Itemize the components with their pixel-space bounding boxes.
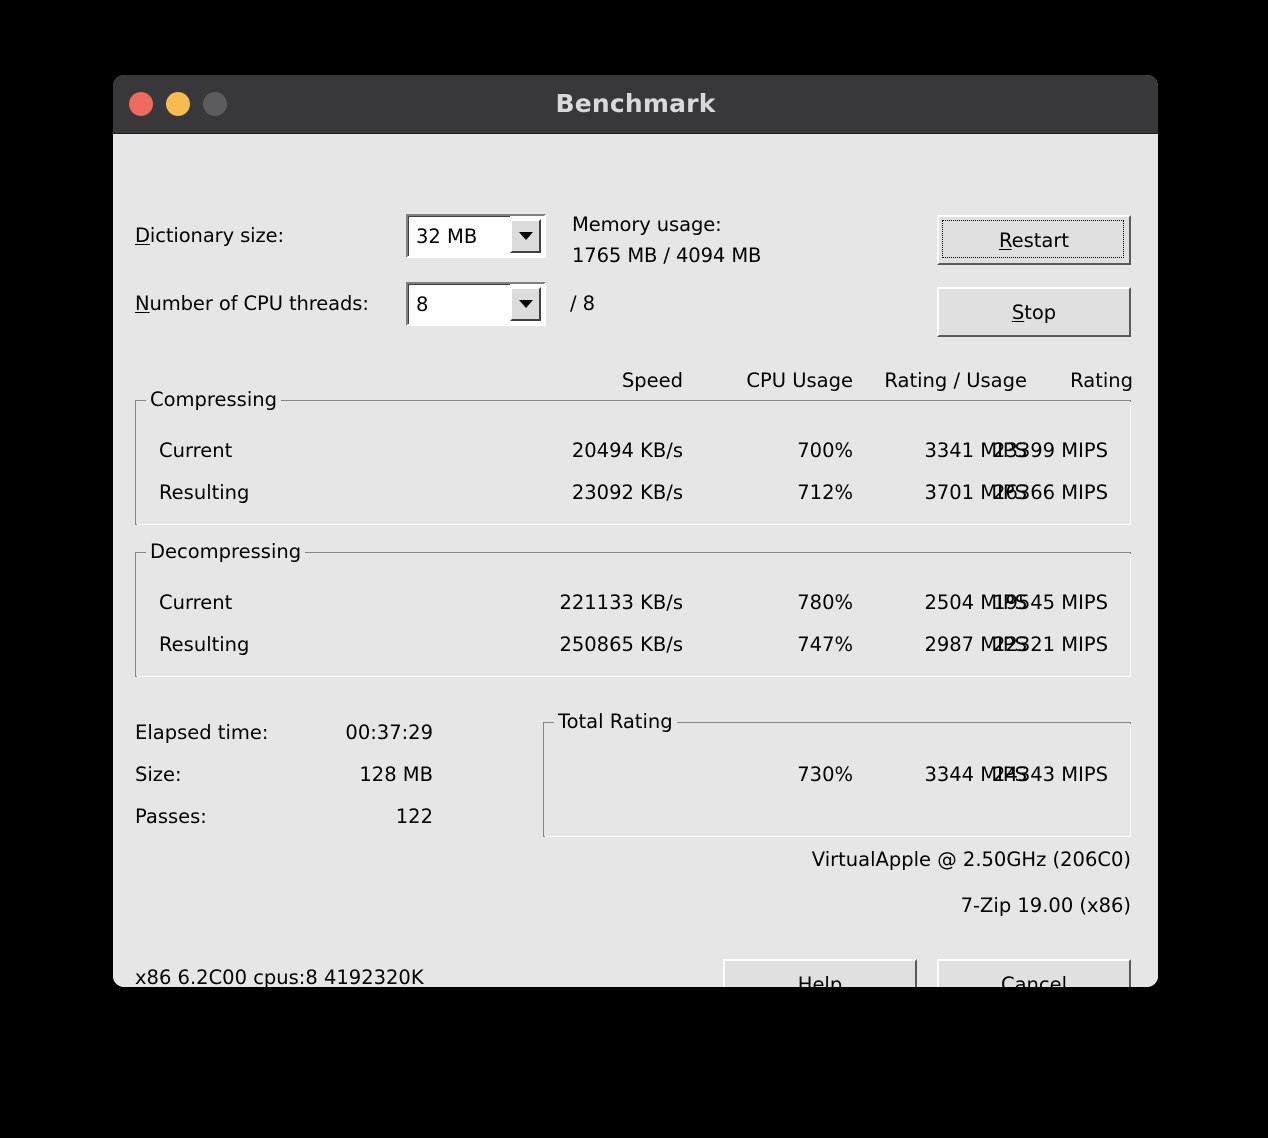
elapsed-time-value: 00:37:29 [345,721,433,744]
screen: Benchmark Dictionary size: 32 MB Memory … [0,0,1268,1138]
total-rating-group-title: Total Rating [554,711,677,733]
decompressing-row-current-rating: 19545 MIPS [993,591,1108,614]
compressing-row-resulting-rating: 26366 MIPS [993,481,1108,504]
compressing-group-title: Compressing [146,389,281,411]
memory-usage-label: Memory usage: [572,213,722,236]
column-header-rating: Rating [1070,369,1133,392]
stop-button[interactable]: Stop [937,287,1131,337]
cpu-threads-label-rest: umber of CPU threads: [149,292,369,315]
memory-usage-value: 1765 MB / 4094 MB [572,244,762,267]
compressing-row-current-rating: 23399 MIPS [993,439,1108,462]
window-title: Benchmark [555,89,716,118]
stop-button-label: Stop [1011,300,1057,324]
dictionary-size-combo[interactable]: 32 MB [406,214,546,258]
compressing-row-current-label: Current [159,439,233,462]
decompressing-row-current-label: Current [159,591,233,614]
passes-value: 122 [395,805,433,828]
help-button[interactable]: Help [723,959,917,987]
size-label: Size: [135,763,182,786]
compressing-row-resulting-label: Resulting [159,481,250,504]
window-titlebar: Benchmark [113,75,1158,134]
cpu-info-text: VirtualApple @ 2.50GHz (206C0) [811,848,1131,871]
help-button-label: Help [798,973,842,988]
cpu-threads-mnemonic: N [135,292,150,315]
status-text: x86 6.2C00 cpus:8 4192320K [135,966,424,987]
decompressing-row-resulting-rating: 22321 MIPS [993,633,1108,656]
dictionary-size-label-rest: ictionary size: [149,224,284,247]
column-header-speed: Speed [621,369,683,392]
cancel-button-label: Cancel [1000,972,1068,988]
cpu-threads-value[interactable]: 8 [408,284,510,324]
benchmark-window: Benchmark Dictionary size: 32 MB Memory … [113,75,1158,987]
dictionary-size-value[interactable]: 32 MB [408,216,510,256]
decompressing-row-current-speed: 221133 KB/s [559,591,683,614]
version-info-text: 7-Zip 19.00 (x86) [960,894,1131,917]
restart-button[interactable]: Restart [937,215,1131,265]
cpu-threads-combo[interactable]: 8 [406,282,546,326]
restart-focus-ring [942,220,1124,258]
cpu-threads-total: / 8 [570,292,595,315]
compressing-group: Compressing [135,389,1131,525]
compressing-row-resulting-speed: 23092 KB/s [571,481,683,504]
cancel-button[interactable]: Cancel [937,959,1131,987]
decompressing-group-title: Decompressing [146,541,306,563]
passes-label: Passes: [135,805,207,828]
chevron-down-icon [518,300,533,308]
dictionary-size-label: Dictionary size: [135,224,284,247]
help-mnemonic: H [797,972,813,988]
decompressing-row-resulting-label: Resulting [159,633,250,656]
chevron-down-icon [518,232,533,240]
dialog-client-area: Dictionary size: 32 MB Memory usage: 176… [113,134,1158,987]
stop-mnemonic: S [1011,300,1025,324]
elapsed-time-label: Elapsed time: [135,721,269,744]
decompressing-group: Decompressing [135,541,1131,677]
size-value: 128 MB [359,763,433,786]
total-rating-rating: 24343 MIPS [993,763,1108,786]
cpu-threads-dropdown-button[interactable] [510,287,541,321]
dictionary-size-dropdown-button[interactable] [510,219,541,253]
dictionary-size-mnemonic: D [135,224,150,247]
cpu-threads-label: Number of CPU threads: [135,292,369,315]
compressing-row-current-speed: 20494 KB/s [571,439,683,462]
decompressing-row-resulting-speed: 250865 KB/s [559,633,683,656]
